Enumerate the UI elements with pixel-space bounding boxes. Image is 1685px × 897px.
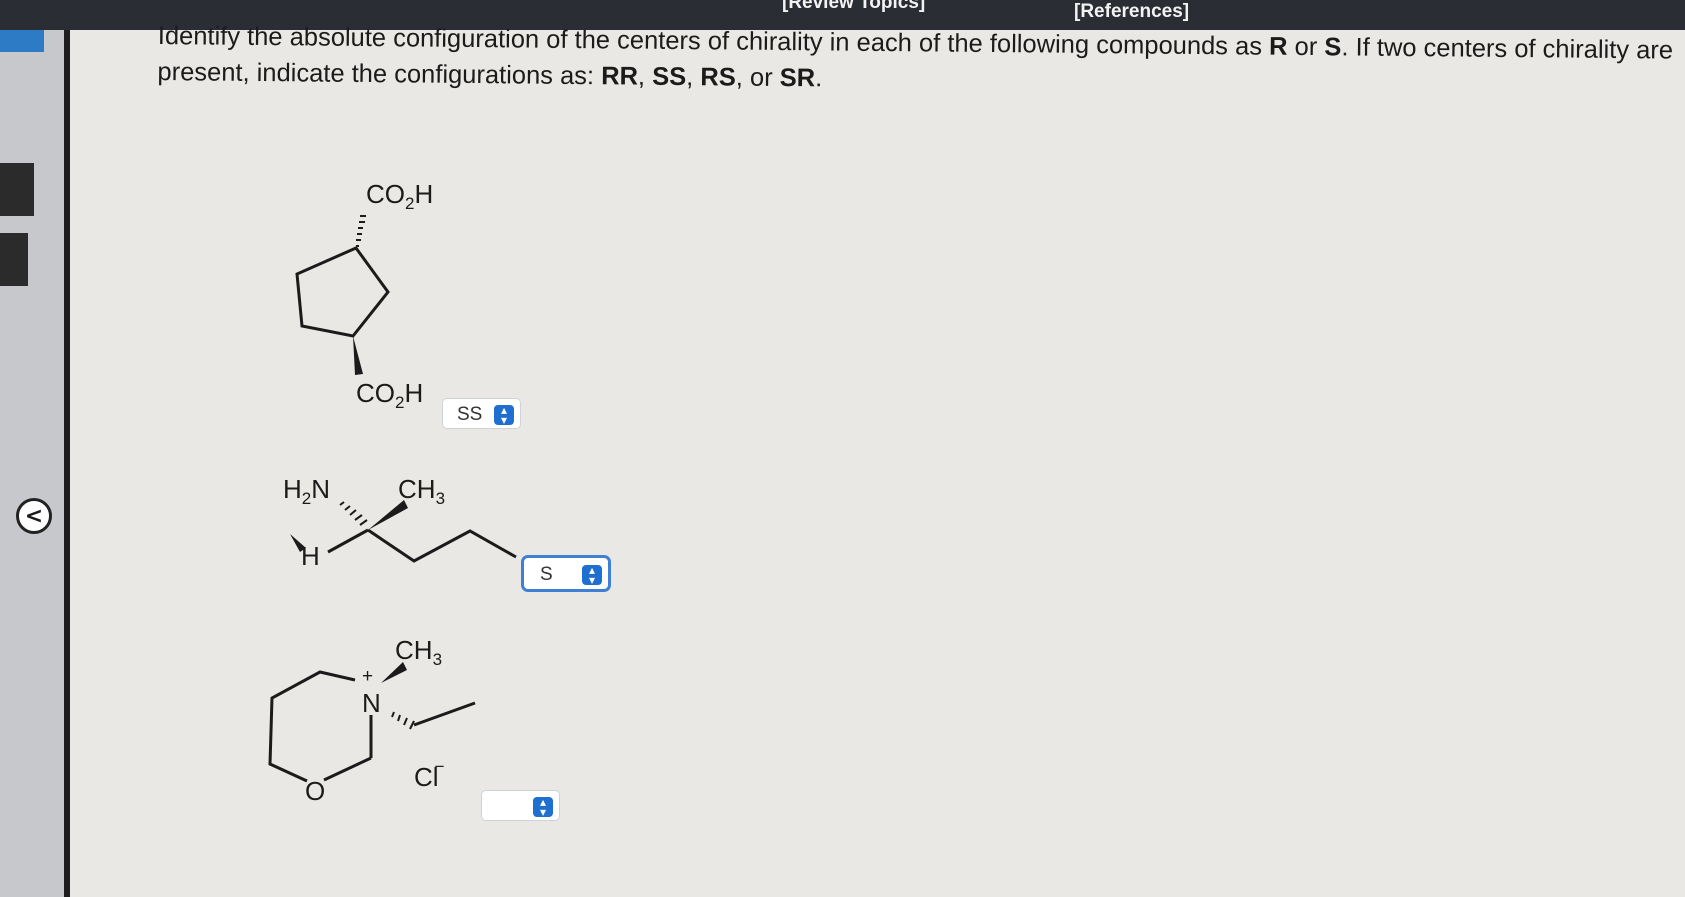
molecule-2 <box>290 500 517 563</box>
ch3-label: CH3 <box>398 474 445 508</box>
h-label: H <box>301 541 320 571</box>
co2h-bottom-label: CO2H <box>356 378 423 412</box>
o-label: O <box>305 776 325 806</box>
h2n-label: H2N <box>283 474 330 508</box>
co2h-top-label: CO2H <box>366 179 433 213</box>
positive-charge: + <box>362 666 373 687</box>
answer-select-3[interactable]: ▴ ▾ <box>481 790 560 821</box>
cl-label: Cl− <box>414 757 445 792</box>
n-label: N <box>362 688 381 718</box>
answer-select-1[interactable]: SS ▴ ▾ <box>442 398 521 429</box>
ch3-label: CH3 <box>395 635 442 669</box>
chevron-up-down-icon: ▴ ▾ <box>494 404 514 426</box>
chevron-up-down-icon: ▴ ▾ <box>582 564 602 586</box>
molecule-1 <box>295 215 390 375</box>
answer-select-2[interactable]: S ▴ ▾ <box>521 555 611 592</box>
chevron-up-down-icon: ▴ ▾ <box>533 796 553 818</box>
molecule-structures: CO2H CO2H H2N CH3 H CH3 + N O Cl− <box>268 179 517 806</box>
